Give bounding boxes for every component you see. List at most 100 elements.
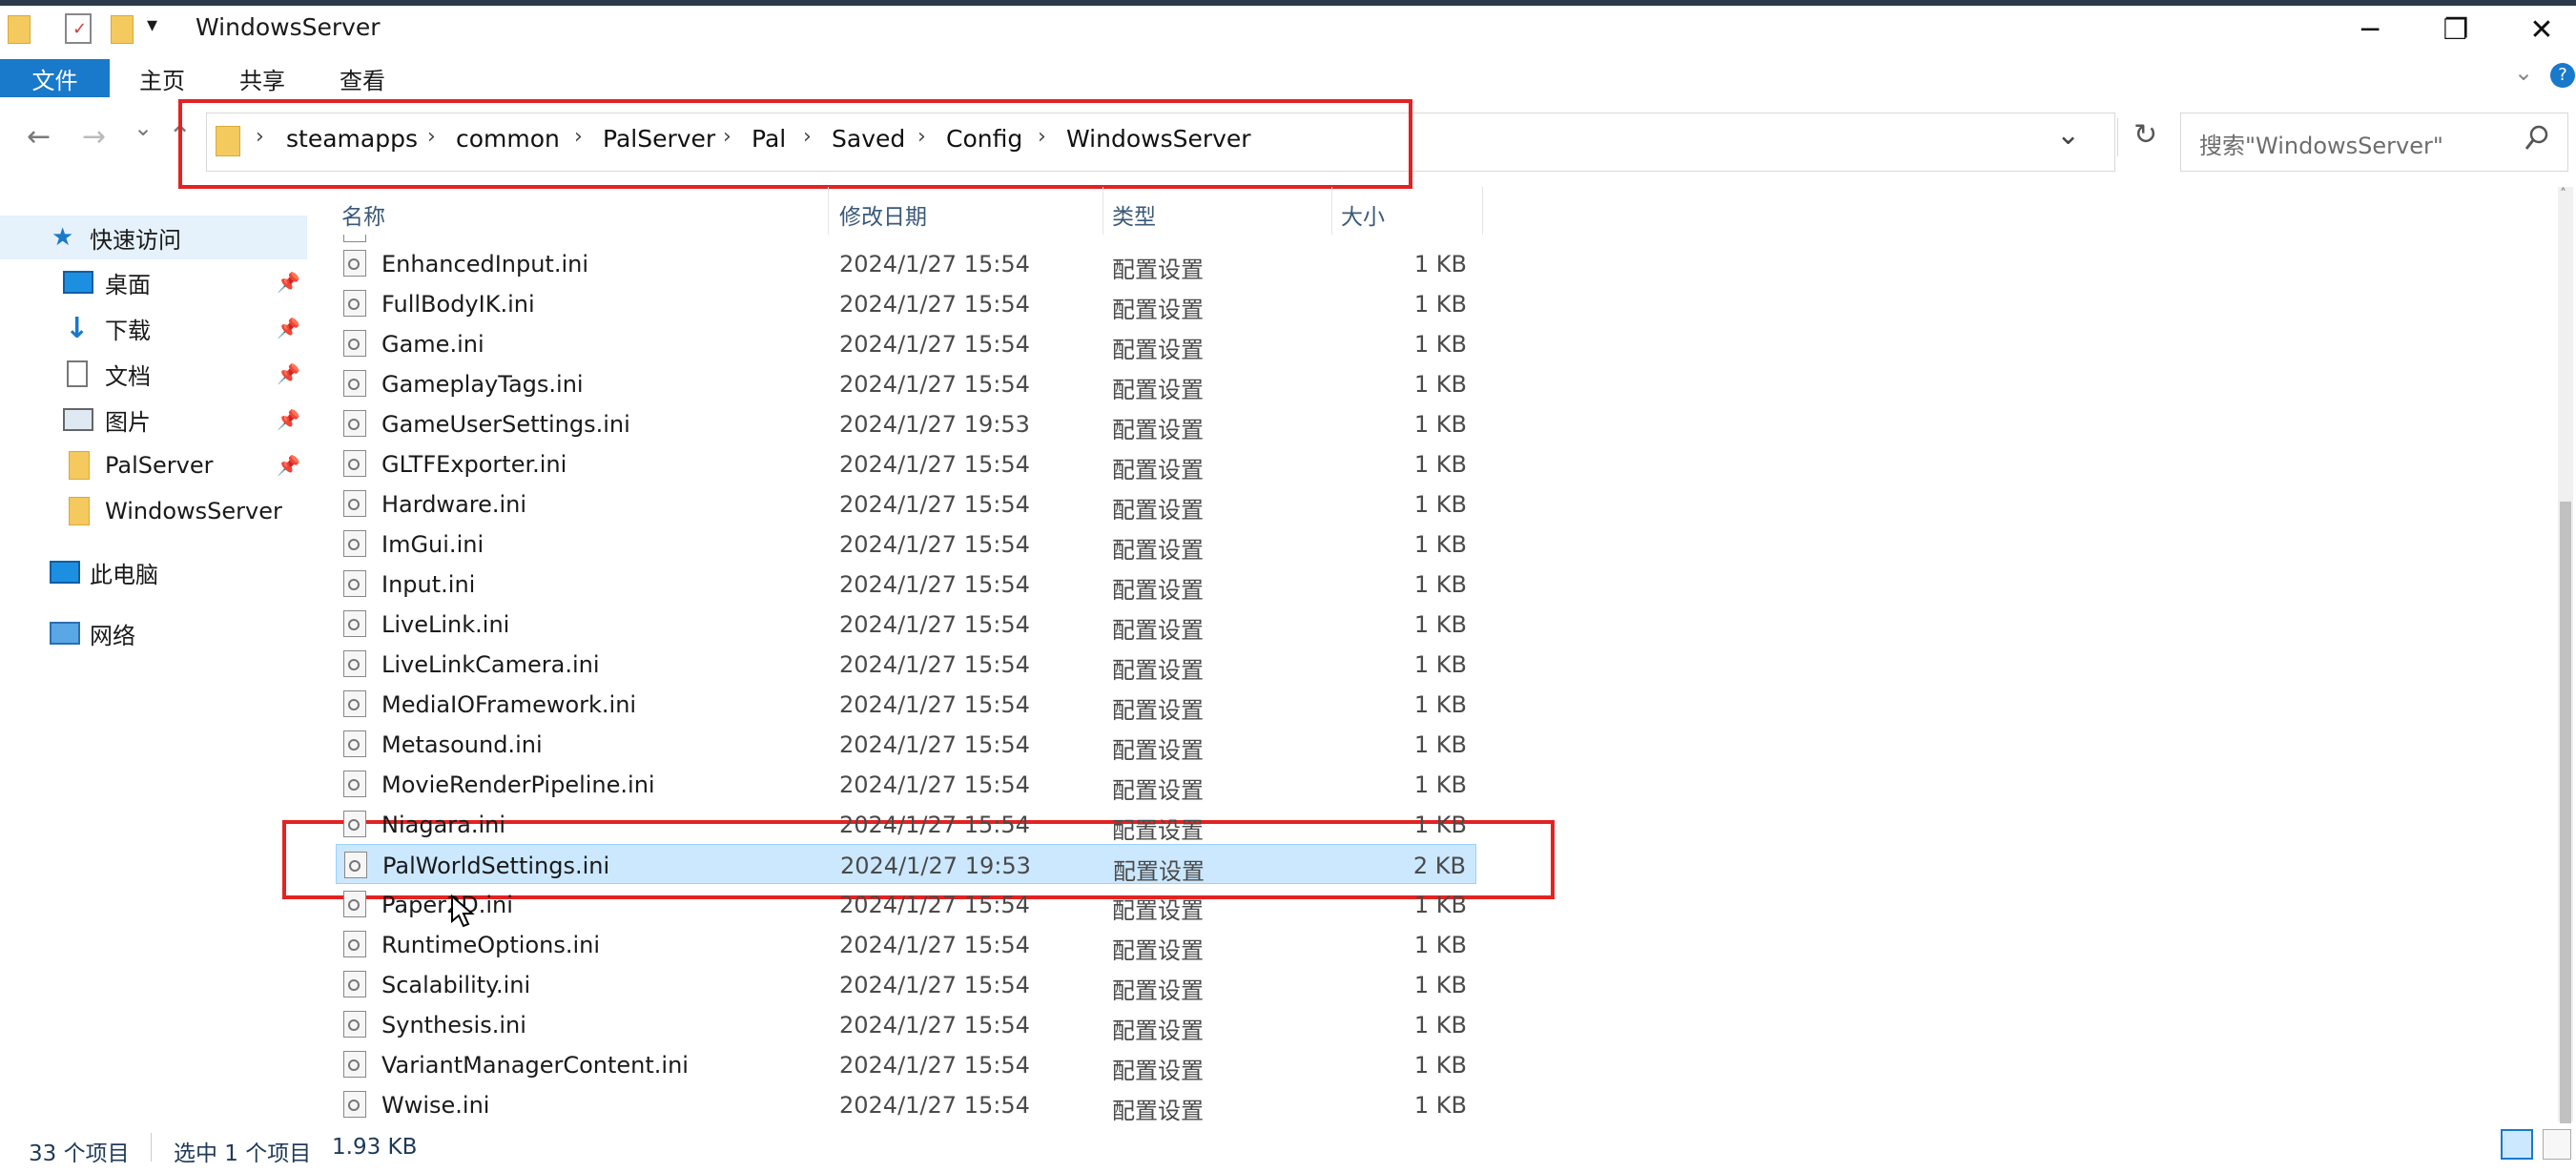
refresh-button[interactable]: ↻ [2117,118,2157,156]
new-folder-icon[interactable] [111,15,134,44]
file-name: Synthesis.ini [381,1012,526,1038]
sidebar-item-windowsserver[interactable]: WindowsServer [0,490,307,532]
sidebar-item-label: 网络 [90,622,135,649]
column-header-size[interactable]: 大小 [1341,195,1385,234]
tab-home[interactable]: 主页 [114,59,210,97]
tab-file[interactable]: 文件 [0,59,110,97]
scrollbar-thumb[interactable] [2560,502,2571,1131]
sidebar-item-pictures[interactable]: 图片 📌 [0,399,307,441]
file-row[interactable]: Input.ini 2024/1/27 15:54 配置设置 1 KB [336,564,1476,604]
address-dropdown-icon[interactable]: ⌄ [2056,118,2080,152]
file-name: MovieRenderPipeline.ini [381,771,655,798]
sidebar-item-label: 下载 [105,317,151,344]
search-input[interactable]: 搜索"WindowsServer" [2199,127,2443,160]
file-row[interactable]: RuntimeOptions.ini 2024/1/27 15:54 配置设置 1 K… [336,924,1476,964]
tab-view[interactable]: 查看 [315,59,410,97]
pin-icon: 📌 [277,454,300,477]
file-modified: 2024/1/27 19:53 [839,411,1030,438]
file-type: 配置设置 [1112,777,1204,804]
file-row[interactable]: Hardware.ini 2024/1/27 15:54 配置设置 1 KB [336,483,1476,524]
window-title: WindowsServer [196,13,381,41]
file-row[interactable]: GameUserSettings.ini 2024/1/27 19:53 配置设置 1… [336,403,1476,443]
file-size: 1 KB [1413,691,1467,718]
file-row[interactable]: PalWorldSettings.ini 2024/1/27 19:53 配置设置 2… [336,844,1476,885]
pin-icon: 📌 [277,408,300,431]
sidebar-item-documents[interactable]: 文档 📌 [0,353,307,395]
file-row[interactable]: GameplayTags.ini 2024/1/27 15:54 配置设置 1 KB [336,363,1476,403]
sidebar-item-downloads[interactable]: ↓ 下载 📌 [0,307,307,349]
ini-file-icon [343,1091,366,1118]
file-row[interactable]: Niagara.ini 2024/1/27 15:54 配置设置 1 KB [336,804,1476,844]
help-icon[interactable]: ? [2550,63,2575,88]
file-type: 配置设置 [1112,817,1204,844]
sidebar-item-this-pc[interactable]: 此电脑 [0,551,307,593]
file-modified: 2024/1/27 15:54 [839,972,1030,998]
file-size: 1 KB [1413,1012,1467,1038]
file-row[interactable]: VariantManagerContent.ini 2024/1/27 15:54… [336,1044,1476,1084]
file-type: 配置设置 [1112,257,1204,283]
column-header-modified[interactable]: 修改日期 [839,195,927,234]
column-divider[interactable] [828,187,829,235]
file-row[interactable]: Synthesis.ini 2024/1/27 15:54 配置设置 1 KB [336,1004,1476,1044]
large-icons-view-icon[interactable] [2543,1129,2571,1160]
file-row[interactable]: FullBodyIK.ini 2024/1/27 15:54 配置设置 1 KB [336,283,1476,323]
column-header-name[interactable]: 名称 [341,195,385,234]
column-header-type[interactable]: 类型 [1112,195,1156,234]
file-name: ImGui.ini [381,531,484,558]
scroll-up-icon[interactable]: ˄ [2560,187,2566,202]
file-row[interactable]: ImGui.ini 2024/1/27 15:54 配置设置 1 KB [336,524,1476,564]
file-size: 1 KB [1413,771,1467,798]
ribbon-expand-icon[interactable]: ⌄ [2514,59,2533,86]
quick-access-toolbar-dropdown-icon[interactable]: ▾ [147,13,157,37]
file-modified: 2024/1/27 15:54 [839,371,1030,398]
column-divider[interactable] [1482,187,1483,235]
vertical-scrollbar[interactable]: ˄ [2558,187,2573,1131]
file-name: PalWorldSettings.ini [382,853,610,879]
file-name: Wwise.ini [381,1092,490,1119]
file-row[interactable]: LiveLinkCamera.ini 2024/1/27 15:54 配置设置 1 K… [336,644,1476,684]
file-row[interactable]: MovieRenderPipeline.ini 2024/1/27 15:54 配置… [336,764,1476,804]
file-type: 配置设置 [1112,977,1204,1004]
details-view-icon[interactable] [2501,1129,2533,1160]
file-size: 1 KB [1413,972,1467,998]
file-name: Hardware.ini [381,491,527,518]
ini-file-icon [343,610,366,637]
sidebar-item-label: 桌面 [105,271,151,298]
back-button[interactable]: ← [27,120,51,154]
sidebar-item-label: PalServer [105,452,214,479]
sidebar-item-desktop[interactable]: 桌面 📌 [0,261,307,303]
file-type: 配置设置 [1112,497,1204,524]
file-name: FullBodyIK.ini [381,291,535,318]
ini-file-icon [343,290,366,317]
file-modified: 2024/1/27 15:54 [839,611,1030,638]
status-selected-size: 1.93 KB [332,1135,418,1160]
ini-file-icon [344,852,367,878]
file-row[interactable]: MediaIOFramework.ini 2024/1/27 15:54 配置设置 1… [336,684,1476,724]
search-icon[interactable] [2524,124,2550,156]
file-row[interactable]: Paper2D.ini 2024/1/27 15:54 配置设置 1 KB [336,884,1476,924]
ini-file-icon [343,931,366,957]
file-row[interactable]: LiveLink.ini 2024/1/27 15:54 配置设置 1 KB [336,604,1476,644]
sidebar-item-palserver[interactable]: PalServer 📌 [0,444,307,486]
close-button[interactable]: ✕ [2489,6,2576,53]
file-row[interactable]: Scalability.ini 2024/1/27 15:54 配置设置 1 KB [336,964,1476,1004]
status-divider [151,1133,152,1162]
properties-icon[interactable]: ✓ [65,13,92,44]
file-row[interactable]: EnhancedInput.ini 2024/1/27 15:54 配置设置 1 KB [336,243,1476,283]
column-divider[interactable] [1331,187,1332,235]
sidebar-item-quick-access[interactable]: ★ 快速访问 [0,216,307,258]
file-type: 配置设置 [1112,537,1204,564]
sidebar-item-label: 文档 [105,362,151,390]
file-modified: 2024/1/27 15:54 [839,491,1030,518]
recent-locations-button[interactable]: ⌄ [134,114,153,141]
file-row[interactable]: Game.ini 2024/1/27 15:54 配置设置 1 KB [336,323,1476,363]
forward-button[interactable]: → [82,120,106,154]
file-size: 2 KB [1412,853,1466,879]
sidebar-item-network[interactable]: 网络 [0,612,307,654]
file-row[interactable]: GLTFExporter.ini 2024/1/27 15:54 配置设置 1 KB [336,443,1476,483]
file-size: 1 KB [1413,291,1467,318]
file-row[interactable]: Metasound.ini 2024/1/27 15:54 配置设置 1 KB [336,724,1476,764]
file-row[interactable]: Wwise.ini 2024/1/27 15:54 配置设置 1 KB [336,1084,1476,1124]
tab-share[interactable]: 共享 [215,59,310,97]
file-name: Scalability.ini [381,972,531,998]
